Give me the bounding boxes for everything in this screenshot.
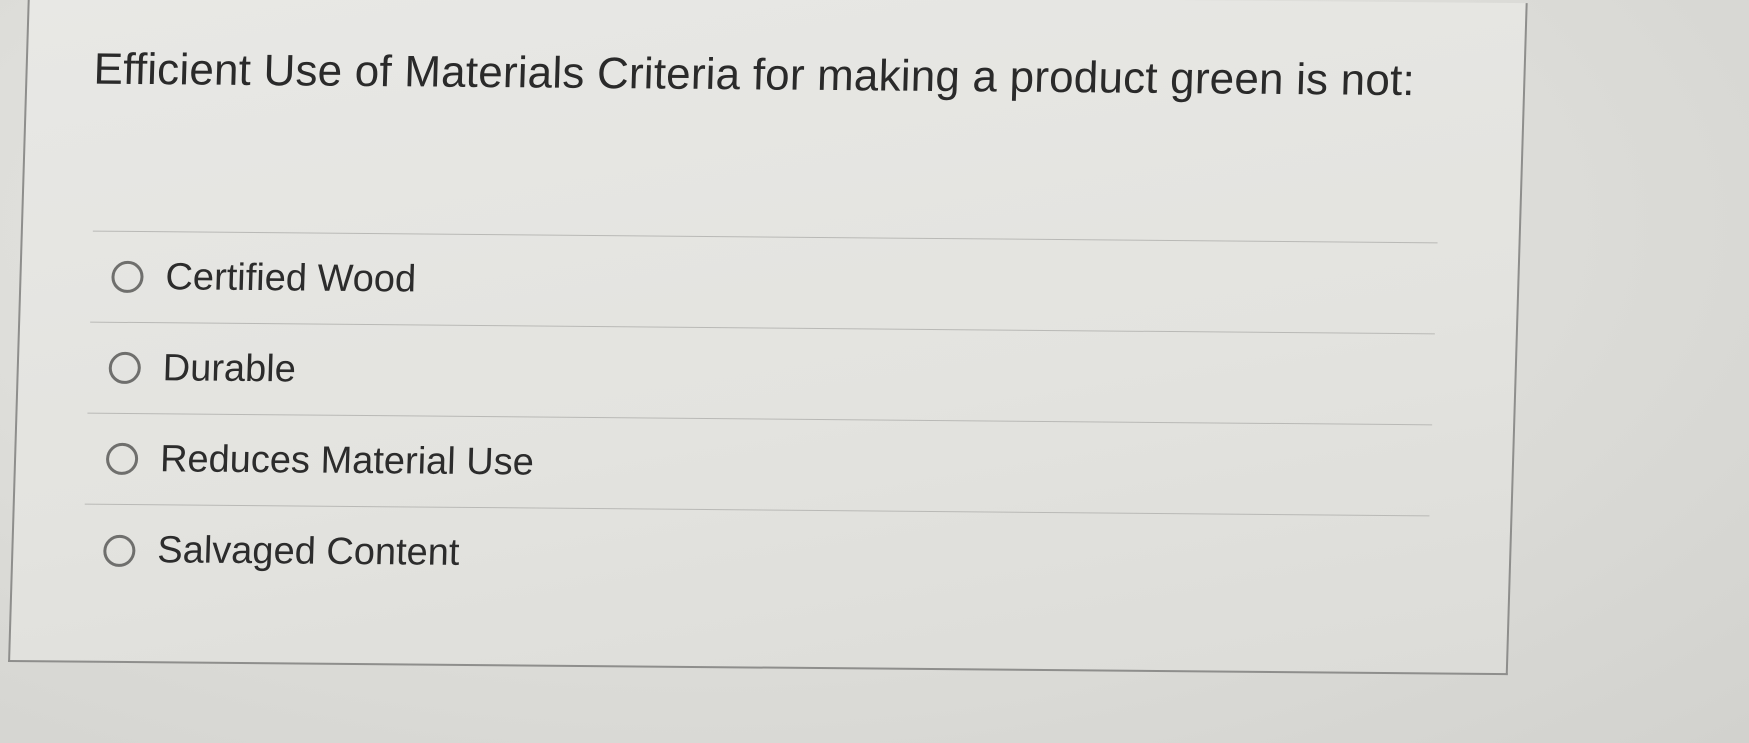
option-label: Certified Wood bbox=[164, 255, 417, 300]
option-label: Reduces Material Use bbox=[159, 437, 535, 484]
option-durable[interactable]: Durable bbox=[87, 322, 1435, 426]
option-reduces-material-use[interactable]: Reduces Material Use bbox=[84, 413, 1433, 517]
option-label: Durable bbox=[162, 346, 297, 390]
option-label: Salvaged Content bbox=[156, 529, 461, 574]
radio-button-icon[interactable] bbox=[111, 260, 144, 294]
question-text: Efficient Use of Materials Criteria for … bbox=[92, 44, 1416, 106]
radio-button-icon[interactable] bbox=[108, 351, 142, 385]
radio-button-icon[interactable] bbox=[105, 442, 139, 476]
question-card: Efficient Use of Materials Criteria for … bbox=[8, 0, 1528, 676]
answer-options: Certified Wood Durable Reduces Material … bbox=[82, 230, 1438, 608]
radio-button-icon[interactable] bbox=[102, 534, 136, 567]
option-salvaged-content[interactable]: Salvaged Content bbox=[82, 505, 1429, 608]
option-certified-wood[interactable]: Certified Wood bbox=[90, 231, 1438, 335]
